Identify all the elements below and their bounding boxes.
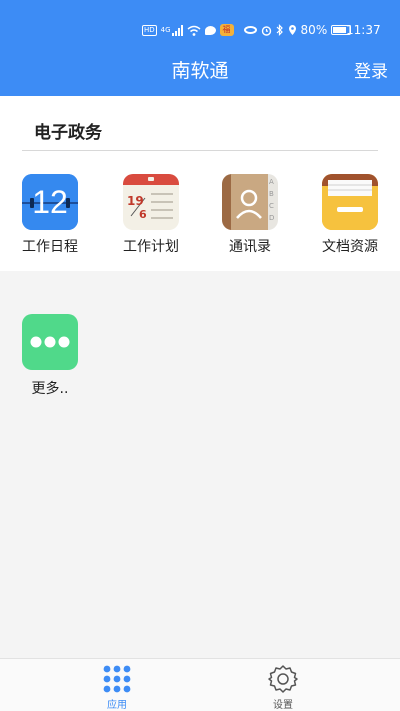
app-work-plan[interactable]: 19 6 工作计划 [106, 174, 196, 256]
grid-dots-icon [103, 665, 131, 693]
wifi-icon [187, 25, 201, 36]
app-label: 工作日程 [22, 239, 78, 255]
app-label: 文档资源 [322, 239, 378, 255]
app-label: 更多.. [31, 381, 69, 397]
battery-percent: 80% [300, 23, 328, 37]
contacts-icon: A B C D [222, 174, 278, 230]
page-title: 南软通 [171, 60, 229, 82]
contacts-letter-d: D [269, 214, 275, 222]
e-government-section: 电子政务 12 工作日程 19 6 工作计划 A B C D 通讯录 文档资源 [0, 96, 400, 271]
status-bar: HD 4G 福 80% 11:37 [0, 0, 400, 46]
hd-icon: HD [142, 24, 157, 36]
app-more[interactable]: 更多.. [5, 314, 95, 398]
status-icons: HD 4G 福 80% [142, 22, 352, 38]
network-type: 4G [160, 26, 171, 34]
document-tray-icon [322, 174, 378, 230]
gear-icon [268, 665, 298, 693]
calendar-icon: 12 [22, 174, 78, 230]
planner-day: 6 [139, 208, 147, 221]
more-dots-icon [22, 314, 78, 370]
bottom-tab-bar: 应用 设置 [0, 658, 400, 711]
contacts-letter-c: C [269, 202, 274, 210]
app-label: 通讯录 [229, 239, 271, 255]
eye-icon [243, 26, 257, 34]
status-time: 11:37 [346, 23, 381, 37]
more-area: 更多.. [0, 271, 400, 658]
app-header: HD 4G 福 80% 11:37 南软通 登录 [0, 0, 400, 96]
contacts-letter-b: B [269, 190, 274, 198]
contacts-letter-a: A [269, 178, 274, 186]
signal-icon [171, 24, 183, 36]
app-work-schedule[interactable]: 12 工作日程 [5, 174, 95, 256]
login-button[interactable]: 登录 [354, 60, 388, 84]
bluetooth-icon [276, 24, 283, 36]
message-icon [204, 25, 216, 35]
location-icon [288, 25, 296, 35]
section-title: 电子政务 [34, 123, 102, 143]
section-divider [22, 150, 378, 151]
planner-month: 19 [127, 194, 144, 208]
tab-settings[interactable]: 设置 [183, 659, 383, 711]
tab-label: 设置 [273, 700, 293, 711]
app-document-resources[interactable]: 文档资源 [305, 174, 395, 256]
alarm-icon [261, 25, 271, 36]
planner-icon: 19 6 [123, 174, 179, 230]
app-label: 工作计划 [123, 239, 179, 255]
app-badge-icon: 福 [219, 24, 234, 36]
app-contacts[interactable]: A B C D 通讯录 [205, 174, 295, 256]
calendar-day: 12 [32, 184, 68, 220]
